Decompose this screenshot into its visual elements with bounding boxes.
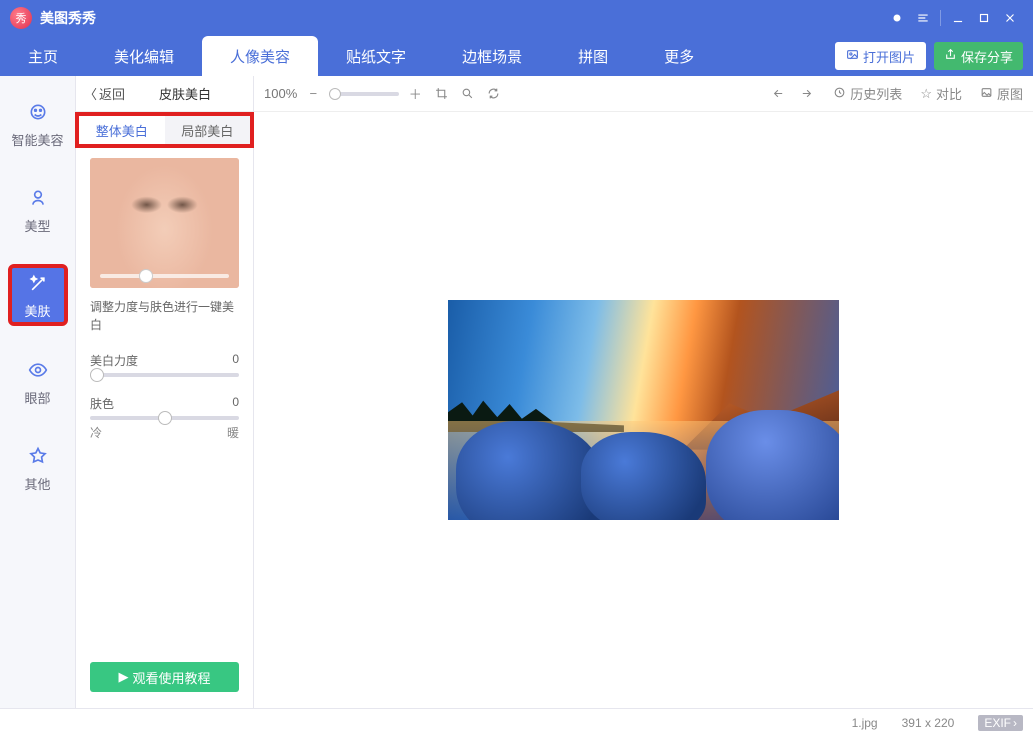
sidebar-item-skin[interactable]: 美肤 [8,264,68,326]
sidebar-item-shape[interactable]: 美型 [8,178,68,240]
star-outline-icon: ☆ [920,86,932,102]
zoom-level: 100% [264,86,297,101]
whitening-strength-slider[interactable]: 美白力度 0 [90,352,239,377]
chat-icon[interactable] [884,7,910,29]
skin-tone-slider[interactable]: 肤色 0 冷 暖 [90,395,239,441]
zoom-in-button[interactable]: ＋ [405,84,425,104]
sidebar-item-other[interactable]: 其他 [8,436,68,498]
zoom-out-button[interactable]: − [303,84,323,104]
title-bar: 秀 美图秀秀 [0,0,1033,36]
effect-preview [90,158,239,288]
tab-frame-scene[interactable]: 边框场景 [434,36,550,76]
canvas-viewport[interactable] [254,112,1033,708]
refresh-icon[interactable] [483,84,503,104]
image-outline-icon [980,86,993,102]
compare-button[interactable]: ☆ 对比 [920,84,962,103]
app-logo: 秀 [10,7,32,29]
slider-value: 0 [232,352,239,369]
preview-slider-knob[interactable] [139,269,153,283]
sidebar-item-smart-beauty[interactable]: 智能美容 [8,92,68,154]
search-icon[interactable] [457,84,477,104]
sidebar-item-eyes[interactable]: 眼部 [8,350,68,412]
subtab-whole-whitening[interactable]: 整体美白 [79,116,165,144]
subtab-local-whitening[interactable]: 局部美白 [165,116,251,144]
tab-home[interactable]: 主页 [0,36,86,76]
status-bar: 1.jpg 391 x 220 EXIF › [0,708,1033,736]
history-icon [833,86,846,102]
status-filename: 1.jpg [852,716,878,730]
face-smart-icon [24,98,52,126]
undo-button[interactable] [769,84,789,104]
tab-more[interactable]: 更多 [636,36,722,76]
export-icon [944,48,957,64]
play-icon: ▶ [118,669,128,685]
original-button[interactable]: 原图 [980,84,1023,103]
tab-collage[interactable]: 拼图 [550,36,636,76]
canvas-area: 100% − ＋ 历史列表 ☆ 对比 原图 [254,76,1033,708]
star-icon [24,442,52,470]
chevron-right-icon: › [1013,716,1017,730]
canvas-image [448,300,839,520]
subtabs-highlight: 整体美白 局部美白 [75,112,254,148]
crop-icon[interactable] [431,84,451,104]
view-tutorial-button[interactable]: ▶ 观看使用教程 [90,662,239,692]
zoom-slider[interactable] [329,92,399,96]
exif-button[interactable]: EXIF › [978,715,1023,731]
slider-left-label: 冷 [90,424,102,441]
slider-label: 肤色 [90,395,114,412]
panel-title: 皮肤美白 [125,84,245,103]
tab-stickers-text[interactable]: 贴纸文字 [318,36,434,76]
left-sidebar: 智能美容 美型 美肤 眼部 其他 [0,76,76,708]
slider-label: 美白力度 [90,352,138,369]
tab-portrait-beauty[interactable]: 人像美容 [202,36,318,76]
redo-button[interactable] [795,84,815,104]
control-panel: 〈 返回 皮肤美白 整体美白 局部美白 调整力度与肤色进行一键美白 美白力度 0 [76,76,254,708]
slider-knob[interactable] [90,368,104,382]
slider-value: 0 [232,395,239,412]
slider-right-label: 暖 [227,424,239,441]
panel-description: 调整力度与肤色进行一键美白 [90,298,239,334]
minimize-button[interactable] [945,7,971,29]
save-share-button[interactable]: 保存分享 [934,42,1023,70]
slider-knob[interactable] [158,411,172,425]
canvas-toolbar: 100% − ＋ 历史列表 ☆ 对比 原图 [254,76,1033,112]
app-name: 美图秀秀 [40,8,96,28]
image-icon [846,48,859,64]
menu-icon[interactable] [910,7,936,29]
preview-split-slider[interactable] [100,274,229,278]
open-image-button[interactable]: 打开图片 [835,42,926,70]
maximize-button[interactable] [971,7,997,29]
back-button[interactable]: 〈 返回 [84,84,125,103]
top-nav: 主页 美化编辑 人像美容 贴纸文字 边框场景 拼图 更多 打开图片 保存分享 [0,36,1033,76]
tab-beautify-edit[interactable]: 美化编辑 [86,36,202,76]
wand-icon [24,270,52,297]
chevron-left-icon: 〈 [84,84,97,103]
shape-icon [24,184,52,212]
close-button[interactable] [997,7,1023,29]
status-dimensions: 391 x 220 [902,716,955,730]
eye-icon [24,356,52,384]
history-list-button[interactable]: 历史列表 [833,84,902,103]
